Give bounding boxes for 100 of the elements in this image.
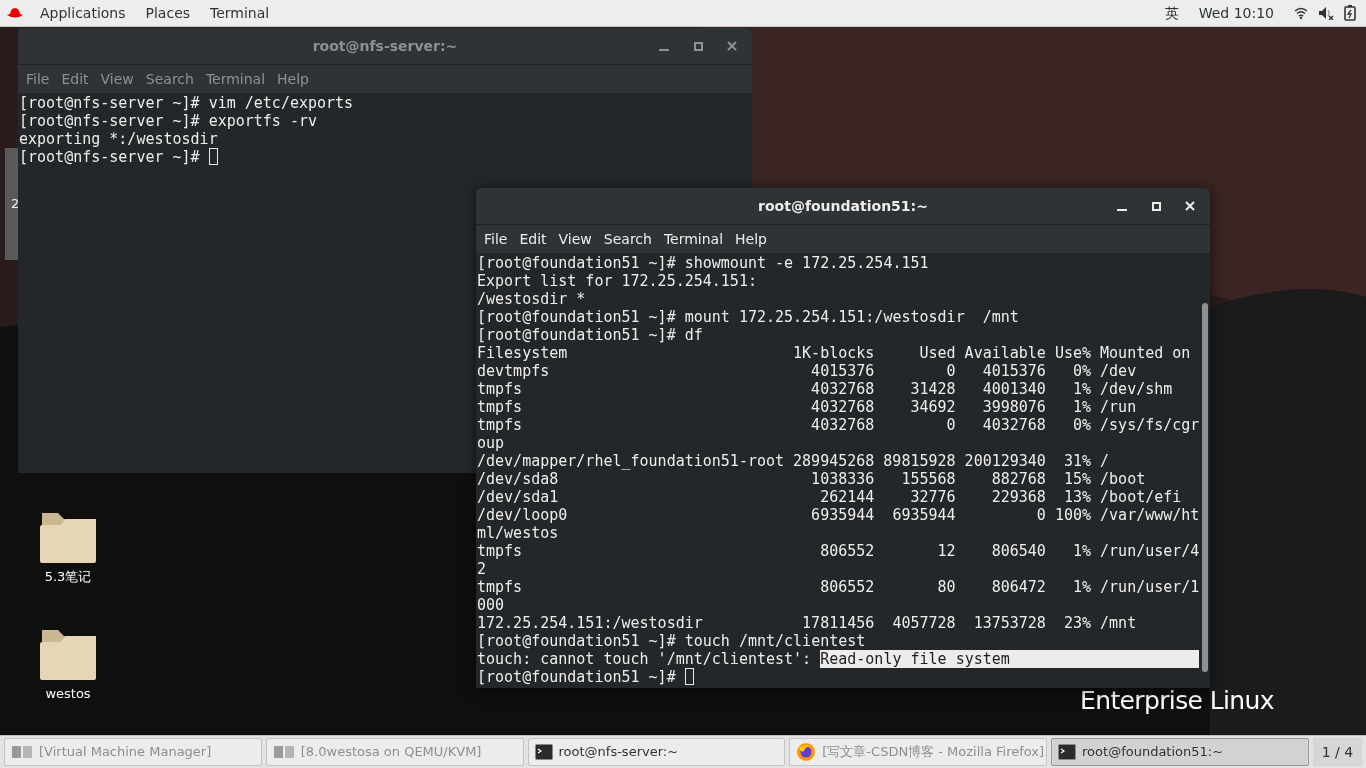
- taskbar-button[interactable]: root@foundation51:~: [1051, 738, 1309, 766]
- terminal-line: [root@nfs-server ~]# exportfs -rv: [19, 112, 317, 130]
- table-cell-text: 882768: [990, 470, 1046, 488]
- table-cell-text: Mounted on: [1099, 344, 1191, 362]
- table-cell-text: Used: [918, 344, 956, 362]
- table-cell-text: 1%: [1071, 380, 1092, 398]
- table-cell-text: /dev/sda1: [477, 488, 560, 506]
- menu-item[interactable]: File: [478, 228, 514, 250]
- table-cell-text: 0: [945, 416, 956, 434]
- workspace-pager[interactable]: 1 / 4: [1312, 738, 1362, 766]
- table-cell-text: 6935944: [810, 506, 875, 524]
- table-cell-text: tmpfs: [477, 416, 524, 434]
- table-cell-text: 12: [936, 542, 956, 560]
- menu-item[interactable]: File: [20, 68, 56, 90]
- table-cell-text: /boot/efi: [1099, 488, 1182, 506]
- table-cell-text: 1%: [1071, 542, 1092, 560]
- desktop-icon[interactable]: 5.3笔记: [28, 511, 108, 587]
- table-cell-text: 31%: [1062, 452, 1092, 470]
- table-cell-text: 806552: [819, 578, 875, 596]
- globe-icon: [796, 742, 817, 762]
- top-menu[interactable]: Terminal: [200, 2, 280, 24]
- terminal-line: touch: cannot touch '/mnt/clientest':: [477, 650, 813, 668]
- window-title: root@foundation51:~: [758, 196, 928, 216]
- table-cell-text: 1038336: [810, 470, 875, 488]
- table-cell-text: 229368: [990, 488, 1046, 506]
- folder-icon: [40, 511, 96, 563]
- top-menu[interactable]: Places: [135, 2, 201, 24]
- table-cell-text: 4032768: [981, 416, 1046, 434]
- table-cell-text: 4032768: [810, 380, 875, 398]
- table-cell-text: 806472: [990, 578, 1046, 596]
- table-cell-text: 34692: [909, 398, 956, 416]
- terminal-line: [root@nfs-server ~]# vim /etc/exports: [19, 94, 354, 112]
- desktop-icon-label: 5.3笔记: [44, 568, 92, 586]
- menu-item[interactable]: Search: [139, 68, 200, 90]
- table-cell-text: 6935944: [891, 506, 956, 524]
- table-cell-text: 0: [1035, 506, 1046, 524]
- table-cell-text: 17811456: [801, 614, 875, 632]
- battery-icon[interactable]: [1344, 5, 1356, 21]
- menu-item[interactable]: Help: [271, 68, 315, 90]
- maximize-icon: [1151, 201, 1161, 211]
- table-cell-text: 1K-blocks: [792, 344, 875, 362]
- scrollbar-thumb[interactable]: [1201, 303, 1208, 672]
- table-cell-text: 262144: [819, 488, 875, 506]
- terminal-line: [root@foundation51 ~]# mount 172.25.254.151:/westosdir /mnt: [477, 308, 1019, 326]
- terminal-line: [root@foundation51 ~]#: [477, 668, 677, 686]
- table-cell-text: /: [1099, 452, 1110, 470]
- table-cell-text: 23%: [1062, 614, 1092, 632]
- menu-item[interactable]: Edit: [55, 68, 95, 90]
- table-cell-text: 100%: [1053, 506, 1092, 524]
- input-method-indicator[interactable]: 英: [1154, 2, 1189, 24]
- table-cell-text: 3998076: [981, 398, 1046, 416]
- terminal-line: [root@foundation51 ~]# showmount -e 172.25.254.151: [477, 254, 929, 272]
- terminal-icon: [534, 744, 553, 760]
- table-cell-text: 155568: [900, 470, 956, 488]
- table-cell-text: /run/user/4: [1099, 542, 1200, 560]
- wifi-icon[interactable]: [1294, 7, 1308, 19]
- close-icon: [1185, 201, 1195, 211]
- menu-item[interactable]: Terminal: [199, 68, 272, 90]
- menu-item[interactable]: Terminal: [657, 228, 730, 250]
- table-cell-text: /run: [1099, 398, 1137, 416]
- table-cell-text: 0: [945, 362, 956, 380]
- menu-item[interactable]: Search: [597, 228, 658, 250]
- table-cell-text: /run/user/1: [1099, 578, 1200, 596]
- table-cell-text: 4032768: [810, 398, 875, 416]
- table-cell-text: 13753728: [972, 614, 1046, 632]
- menu-item[interactable]: Edit: [513, 228, 553, 250]
- monitor-icon: [272, 745, 295, 759]
- table-cell-text: tmpfs: [477, 542, 524, 560]
- taskbar-button[interactable]: root@nfs-server:~: [527, 738, 786, 766]
- table-cell-text: 89815928: [882, 452, 956, 470]
- table-cell-text: /dev/loop0: [477, 506, 569, 524]
- menu-item[interactable]: View: [94, 68, 140, 90]
- table-cell-text: /mnt: [1099, 614, 1137, 632]
- maximize-icon: [693, 41, 703, 51]
- folder-icon: [40, 628, 96, 680]
- table-cell-text: 0%: [1071, 416, 1092, 434]
- minimize-icon: [1117, 209, 1127, 211]
- table-cell-text: 4001340: [981, 380, 1046, 398]
- clock[interactable]: Wed 10:10: [1188, 2, 1284, 24]
- table-cell-text: 289945268: [792, 452, 875, 470]
- terminal-line: 2: [477, 560, 487, 578]
- table-cell-text: tmpfs: [477, 578, 524, 596]
- table-cell-text: 4057728: [891, 614, 956, 632]
- table-cell-text: Use%: [1053, 344, 1092, 362]
- table-cell-text: /dev: [1099, 362, 1137, 380]
- table-cell-text: 4015376: [981, 362, 1046, 380]
- terminal-line: exporting *:/westosdir: [19, 130, 218, 148]
- top-menu[interactable]: Applications: [30, 2, 136, 24]
- table-cell-text: devtmpfs: [477, 362, 551, 380]
- table-cell-text: /var/www/ht: [1099, 506, 1200, 524]
- wallpaper-text: Enterprise Linux: [1080, 690, 1274, 712]
- speaker-muted-icon[interactable]: [1318, 6, 1334, 20]
- menu-item[interactable]: Help: [729, 228, 773, 250]
- table-cell-text: 31428: [909, 380, 956, 398]
- close-icon: [727, 41, 737, 51]
- desktop-icon[interactable]: westos: [28, 628, 108, 704]
- terminal-line: [root@foundation51 ~]# touch /mnt/clientest: [477, 632, 866, 650]
- menu-item[interactable]: View: [552, 228, 598, 250]
- table-cell-text: Filesystem: [477, 344, 569, 362]
- table-cell-text: tmpfs: [477, 380, 524, 398]
